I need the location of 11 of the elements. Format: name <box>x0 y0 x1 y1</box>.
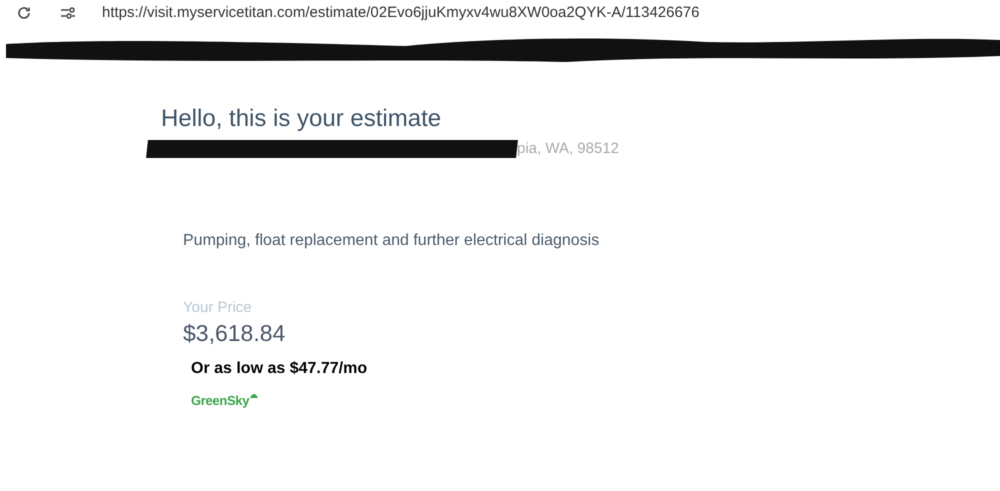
price-label: Your Price <box>183 298 253 318</box>
url-text[interactable]: https://visit.myservicetitan.com/estimate/02Evo6jjuKmyxv4wu8XW0oa2QYK-A/113426676 <box>102 2 700 24</box>
price-amount: $3,618.84 <box>183 319 286 347</box>
reload-icon[interactable] <box>16 5 32 21</box>
job-description: Pumping, float replacement and further electrical diagnosis <box>183 230 600 250</box>
financing-text: Or as low as $47.77/mo <box>191 359 368 379</box>
leaf-icon <box>250 392 258 398</box>
page-heading: Hello, this is your estimate <box>161 104 442 134</box>
settings-icon[interactable] <box>60 6 76 20</box>
address-text: pia, WA, 98512 <box>517 139 620 159</box>
lender-logo: GreenSky <box>191 392 250 410</box>
